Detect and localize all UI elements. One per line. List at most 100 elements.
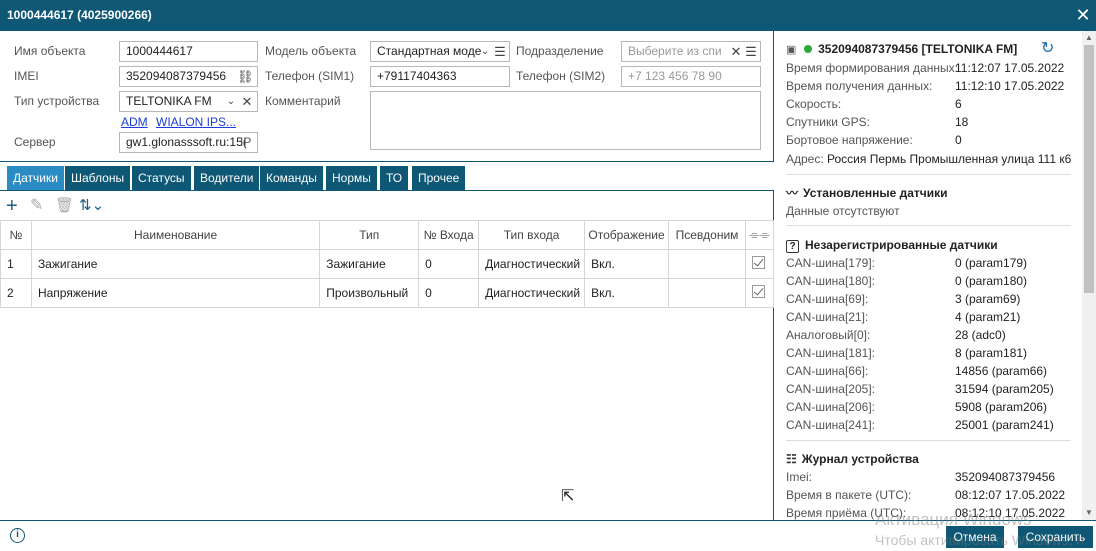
unreg-row: CAN-шина[180]: 0 (param180) [786,272,1027,290]
adm-link[interactable]: ADM [121,115,148,129]
unreg-value: 5908 (param206) [955,400,1048,414]
scroll-down-icon[interactable]: ▼ [1082,506,1096,520]
online-status-dot [803,45,812,53]
window-title: 1000444617 (4025900266) [7,8,152,22]
journal-key: Время в пакете (UTC): [786,488,912,502]
watermark-line1: Активация Windows [875,510,1032,529]
unreg-value: 8 (param181) [955,346,1028,360]
row-name: Зажигание [30,249,321,279]
info-row: Время получения данных: 11:12:10 17.05.20… [786,77,1064,95]
col-number[interactable]: № [0,220,32,250]
unreg-key: CAN-шина[179]: [786,256,875,270]
journal-key: Imei: [786,470,813,484]
row-visible-checkbox[interactable] [744,249,775,279]
tab-other[interactable]: Прочее [412,166,466,190]
row-input-type: Диагностический [478,249,586,279]
unreg-value: 0 (param180) [955,274,1028,288]
table-row[interactable]: 1 Зажигание Зажигание 0 Диагностический … [0,249,775,279]
unreg-row: CAN-шина[69]: 3 (param69) [786,290,1020,308]
pulse-icon: 〰 [786,186,799,200]
server-input[interactable]: gw1.glonasssoft.ru:15( [119,132,258,153]
scrollbar-thumb[interactable] [1084,45,1094,293]
divider [786,440,1071,441]
question-icon: ? [786,240,799,253]
row-visible-checkbox[interactable] [744,278,775,308]
tab-drivers[interactable]: Водители [194,166,260,190]
list-icon: ☷ [786,452,797,466]
wialon-link[interactable]: WIALON IPS... [156,115,236,129]
link-icon[interactable]: ⛓ [237,67,254,86]
col-input-number[interactable]: № Входа [418,220,480,250]
unreg-value: 28 (adc0) [955,328,1006,342]
info-icon[interactable]: i [10,528,25,543]
info-value: 6 [955,97,962,111]
imei-input[interactable]: 352094087379456 ⛓ [119,66,258,87]
edit-icon[interactable]: ✎ [30,195,43,217]
right-panel-scrollbar[interactable]: ▲ ▼ [1082,31,1096,520]
address-row: Адрес: Россия Пермь Промышленная улица 1… [786,150,1071,168]
server-label: Сервер [14,135,56,149]
device-info-panel: ▣ 352094087379456 [TELTONIKA FM] ↻ Время… [775,31,1082,520]
phone1-input[interactable]: +79117404363 [370,66,510,87]
row-input-number: 0 [418,278,480,308]
close-icon[interactable]: ✕ [1073,0,1093,31]
col-display[interactable]: Отображение [584,220,670,250]
server-value: gw1.glonasssoft.ru:15( [126,135,247,149]
table-row[interactable]: 2 Напряжение Произвольный 0 Диагностичес… [0,278,775,308]
unreg-key: CAN-шина[180]: [786,274,875,288]
unreg-key: CAN-шина[206]: [786,400,875,414]
device-header: ▣ 352094087379456 [TELTONIKA FM] [786,40,1017,58]
tab-maintenance[interactable]: ТО [380,166,409,190]
sensor-settings-window: 1000444617 (4025900266) ✕ Имя объекта 10… [0,0,1096,551]
info-row: Спутники GPS: 18 [786,113,968,131]
info-row: Бортовое напряжение: 0 [786,131,962,149]
col-input-type[interactable]: Тип входа [478,220,586,250]
tab-commands[interactable]: Команды [260,166,323,190]
menu-icon[interactable]: ☰ [494,42,506,61]
row-input-number: 0 [418,249,480,279]
unreg-key: CAN-шина[241]: [786,418,875,432]
chevron-down-icon[interactable]: ⌄ [225,92,237,111]
device-type-select[interactable]: TELTONIKA FM ⌄ ✕ [119,91,258,112]
col-alias[interactable]: Псевдоним [668,220,746,250]
tab-templates[interactable]: Шаблоны [65,166,131,190]
delete-icon[interactable]: 🗑 [55,195,74,217]
scroll-up-icon[interactable]: ▲ [1082,31,1096,45]
clear-icon[interactable]: ✕ [241,92,253,111]
row-alias [668,278,746,308]
comment-textarea[interactable] [370,91,761,150]
menu-icon[interactable]: ☰ [745,42,757,61]
import-export-icon[interactable]: ⇅⌄ [79,195,104,217]
object-name-input[interactable]: 1000444617 [119,41,258,62]
col-name[interactable]: Наименование [30,220,321,250]
chevron-down-icon[interactable]: ⌄ [479,42,491,61]
unreg-row: CAN-шина[241]: 25001 (param241) [786,416,1054,434]
model-select[interactable]: Стандартная моде ⌄ ☰ [370,41,510,62]
clear-icon[interactable]: ✕ [730,42,742,61]
title-bar: 1000444617 (4025900266) ✕ [0,0,1096,31]
phone2-input[interactable]: +7 123 456 78 90 [621,66,761,87]
row-type: Произвольный [319,278,420,308]
binoculars-icon[interactable]: ⌯⌯ [744,220,775,250]
comment-label: Комментарий [265,94,341,108]
division-label: Подразделение [516,44,604,58]
check-icon[interactable] [751,285,765,298]
check-icon[interactable] [751,256,765,269]
divider [786,225,1071,226]
unreg-row: Аналоговый[0]: 28 (adc0) [786,326,1006,344]
unregistered-sensors-title: ? Незарегистрированные датчики [786,236,998,254]
division-select[interactable]: Выберите из спи ✕ ☰ [621,41,761,62]
add-icon[interactable]: + [6,195,18,217]
imei-label: IMEI [14,69,39,83]
col-type[interactable]: Тип [319,220,420,250]
journal-value: 08:12:07 17.05.2022 [955,488,1066,502]
tab-statuses[interactable]: Статусы [132,166,191,190]
info-key: Время формирования данных: [786,61,958,75]
info-value: 11:12:10 17.05.2022 [955,79,1065,93]
tab-norms[interactable]: Нормы [326,166,377,190]
info-row: Время формирования данных: 11:12:07 17.05… [786,59,1064,77]
refresh-icon[interactable]: ↻ [1041,40,1054,58]
row-type: Зажигание [319,249,420,279]
unreg-value: 25001 (param241) [955,418,1054,432]
tab-sensors[interactable]: Датчики [7,166,64,190]
